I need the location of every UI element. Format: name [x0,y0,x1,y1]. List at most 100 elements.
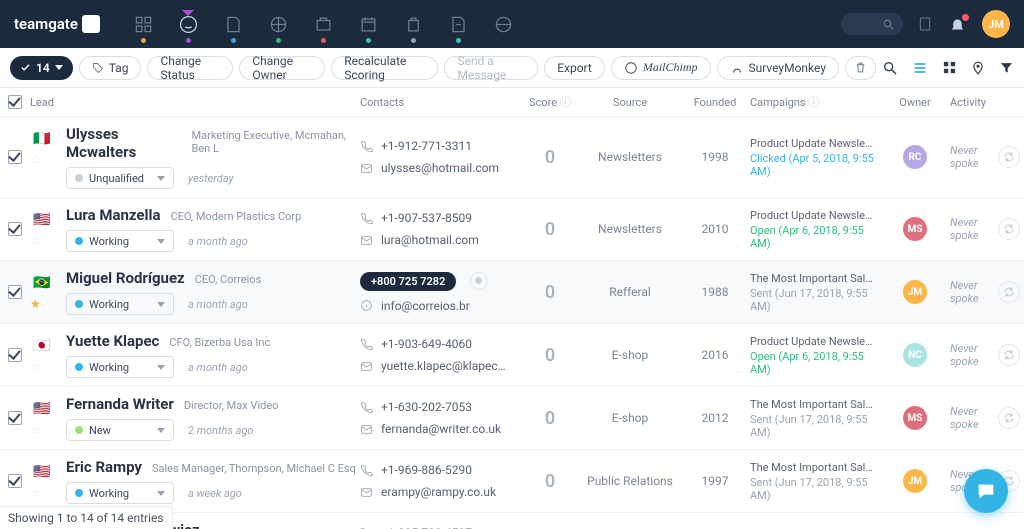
recalculate-scoring-button[interactable]: Recalculate Scoring [331,56,438,80]
status-select[interactable]: Working [66,482,174,504]
owner-avatar[interactable]: JM [903,280,927,304]
star-icon[interactable]: ☆ [30,153,54,165]
col-lead[interactable]: Lead [30,96,360,109]
select-all-checkbox[interactable] [8,95,22,109]
col-founded[interactable]: Founded [680,96,750,109]
email-address[interactable]: erampy@rampy.co.uk [381,485,496,499]
list-view-button[interactable] [912,60,928,76]
lead-name[interactable]: Yuette Klapec [66,332,159,350]
activity-refresh-button[interactable] [998,146,1020,168]
email-address[interactable]: ulysses@hotmail.com [381,161,499,175]
activity-refresh-button[interactable] [998,407,1020,429]
nav-module-3[interactable] [269,15,288,34]
col-owner[interactable]: Owner [880,96,950,109]
country-flag-icon: 🇧🇷 [30,271,54,295]
campaign-title: Product Update Newsletter [750,335,874,348]
lead-name[interactable]: Fernanda Writer [66,395,174,413]
nav-module-1[interactable] [179,15,198,34]
activity-refresh-button[interactable] [998,281,1020,303]
change-owner-button[interactable]: Change Owner [239,56,325,80]
send-message-button[interactable]: Send a Message [444,56,538,80]
status-select[interactable]: Working [66,356,174,378]
owner-avatar[interactable]: NC [903,343,927,367]
row-checkbox[interactable] [8,150,22,164]
phone-number[interactable]: +1-903-649-4060 [381,337,472,351]
star-icon[interactable]: ☆ [30,360,54,372]
activity-refresh-button[interactable] [998,344,1020,366]
phone-number[interactable]: +1-969-886-5290 [381,463,472,477]
star-icon[interactable]: ☆ [30,486,54,498]
row-checkbox[interactable] [8,411,22,425]
table-row[interactable]: 🇺🇸☆Lura ManzellaCEO, Modern Plastics Cor… [0,197,1024,260]
status-select[interactable]: New [66,419,174,441]
lead-name[interactable]: Lura Manzella [66,206,161,224]
star-icon[interactable]: ★ [30,297,54,309]
email-address[interactable]: fernanda@writer.co.uk [381,422,501,436]
brand-logo[interactable]: teamgate [14,15,100,33]
phone-number[interactable]: +1-630-202-7053 [381,400,472,414]
status-label: Working [89,487,129,500]
global-search[interactable] [841,13,903,35]
lead-name[interactable]: Eric Rampy [66,458,142,476]
mailchimp-button[interactable]: MailChimp [611,56,711,80]
notepad-icon[interactable] [917,16,933,32]
col-activity[interactable]: Activity [950,96,1020,109]
table-row[interactable]: 🇺🇸☆Fernanda WriterDirector, Max VideoNew… [0,386,1024,449]
col-campaigns[interactable]: Campaigns ⓘ [750,94,880,110]
grid-view-button[interactable] [942,60,957,75]
nav-module-8[interactable] [494,15,513,34]
email-address[interactable]: lura@hotmail.com [381,233,479,247]
nav-module-6[interactable] [404,15,423,34]
chevron-down-icon [157,176,165,181]
status-select[interactable]: Unqualified [66,167,174,189]
phone-number[interactable]: +800 725 7282 [360,272,456,291]
lead-score: 0 [520,147,580,168]
lead-name[interactable]: Miguel Rodríguez [66,269,185,287]
email-address[interactable]: yuette.klapec@klapec… [381,359,506,373]
table-row[interactable]: 🇧🇷★Miguel RodríguezCEO, CorreiosWorkinga… [0,260,1024,323]
email-address[interactable]: info@correios.br [381,299,470,313]
table-row[interactable]: 🇺🇸☆Eric RampySales Manager, Thompson, Mi… [0,449,1024,512]
owner-avatar[interactable]: MS [903,406,927,430]
row-checkbox[interactable] [8,474,22,488]
chevron-down-icon [157,428,165,433]
tag-button[interactable]: Tag [79,56,142,80]
delete-button[interactable] [845,56,876,80]
star-icon[interactable]: ☆ [30,423,54,435]
nav-module-5[interactable] [359,15,378,34]
col-score[interactable]: Score ⓘ [520,94,580,110]
activity-refresh-button[interactable] [998,218,1020,240]
change-status-button[interactable]: Change Status [147,56,233,80]
status-select[interactable]: Working [66,230,174,252]
star-icon[interactable]: ☆ [30,234,54,246]
owner-avatar[interactable]: MS [903,217,927,241]
table-row[interactable]: 🇯🇵☆Yuette KlapecCFO, Bizerba Usa IncWork… [0,323,1024,386]
nav-module-4[interactable] [314,15,333,34]
view-search-button[interactable] [882,60,898,76]
filter-button[interactable] [999,60,1014,75]
notifications-button[interactable] [949,16,966,33]
activity-text: Never spoke [950,144,992,170]
col-contacts[interactable]: Contacts [360,96,520,109]
phone-number[interactable]: +1-912-771-3311 [381,139,472,153]
user-avatar[interactable]: JM [982,10,1010,38]
table-row[interactable]: 🇮🇹☆Ulysses McwaltersMarketing Executive,… [0,116,1024,197]
nav-module-2[interactable] [224,15,243,34]
map-view-button[interactable] [971,60,985,76]
col-source[interactable]: Source [580,96,680,109]
info-icon [360,299,373,312]
row-checkbox[interactable] [8,348,22,362]
phone-number[interactable]: +1-907-537-8509 [381,211,472,225]
selection-count[interactable]: 14 [10,56,73,80]
surveymonkey-button[interactable]: SurveyMonkey [717,56,840,80]
lead-name[interactable]: Ulysses Mcwalters [66,125,182,161]
row-checkbox[interactable] [8,222,22,236]
export-button[interactable]: Export [544,56,605,80]
status-select[interactable]: Working [66,293,174,315]
owner-avatar[interactable]: RC [903,145,927,169]
nav-module-0[interactable] [134,15,153,34]
chat-launcher[interactable] [964,469,1008,513]
owner-avatar[interactable]: JM [903,469,927,493]
nav-module-7[interactable] [449,15,468,34]
row-checkbox[interactable] [8,285,22,299]
